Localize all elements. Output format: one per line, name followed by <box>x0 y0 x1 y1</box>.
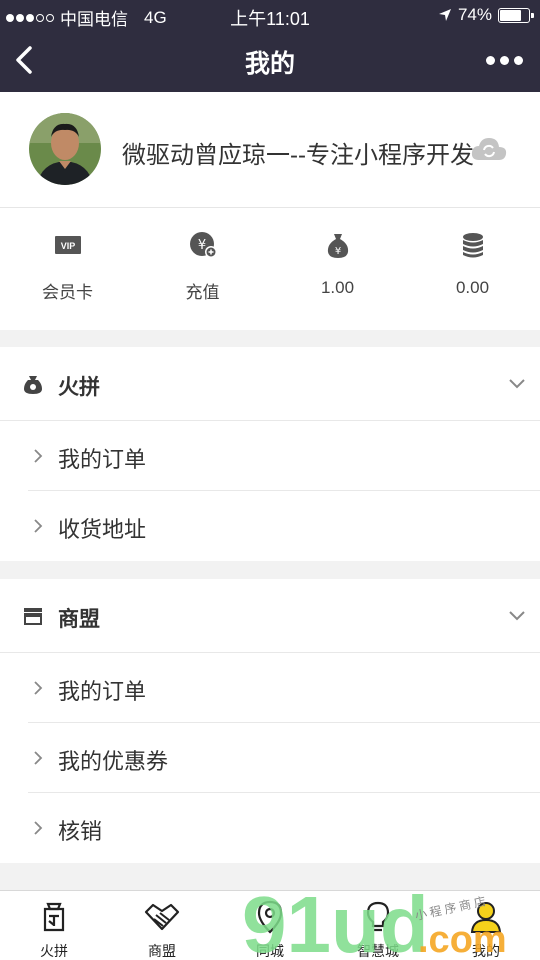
list-item-coupons[interactable]: 我的优惠券 <box>28 723 540 793</box>
stat-recharge[interactable]: ¥ 充值 <box>135 208 270 330</box>
tab-group-buy[interactable]: 火拼 <box>0 891 108 960</box>
list-item-address[interactable]: 收货地址 <box>28 491 540 561</box>
tab-label: 同城 <box>256 943 284 959</box>
nav-bar: 我的 <box>0 30 540 92</box>
location-arrow-icon <box>438 9 451 21</box>
tab-label: 智慧城 <box>357 943 399 959</box>
top-bar: 中国电信 4G 上午11:01 74% 我的 <box>0 0 540 92</box>
chevron-right-icon <box>34 821 43 835</box>
svg-text:¥: ¥ <box>334 246 340 257</box>
tab-label: 我的 <box>472 943 500 959</box>
section-title: 火拼 <box>58 376 100 399</box>
chevron-down-icon[interactable] <box>508 378 526 390</box>
money-bag-icon: ¥ <box>327 234 348 258</box>
profile-card[interactable]: 微驱动曾应琼一--专注小程序开发 <box>0 92 540 208</box>
more-menu-icon[interactable] <box>486 49 524 71</box>
back-arrow-icon[interactable] <box>8 42 44 78</box>
svg-text:¥: ¥ <box>197 238 205 253</box>
user-icon <box>470 902 502 933</box>
stat-value: 1.00 <box>320 278 355 297</box>
stat-vip-card[interactable]: VIP 会员卡 <box>0 208 135 330</box>
tab-label: 商盟 <box>148 943 176 959</box>
store-icon <box>24 608 42 625</box>
vip-card-icon: VIP <box>54 236 81 254</box>
chevron-right-icon <box>34 681 43 695</box>
section-title: 商盟 <box>58 608 100 631</box>
battery-fill <box>500 9 521 21</box>
stat-value: 0.00 <box>455 278 490 297</box>
list-item-label: 收货地址 <box>58 517 147 542</box>
list-item-label: 我的订单 <box>58 447 147 472</box>
tab-mine[interactable]: 我的 <box>432 891 540 960</box>
tab-label: 火拼 <box>40 943 68 959</box>
chevron-right-icon <box>34 449 43 463</box>
avatar[interactable] <box>29 113 101 185</box>
page-title: 我的 <box>244 50 295 78</box>
bag-icon <box>24 376 42 394</box>
list-item-verify[interactable]: 核销 <box>28 793 540 863</box>
list-item-orders[interactable]: 我的订单 <box>28 653 540 723</box>
list-item-label: 我的订单 <box>58 679 147 704</box>
lightbulb-icon <box>366 901 390 932</box>
list-item-label: 我的优惠券 <box>58 749 169 774</box>
group-buy-icon <box>43 902 65 932</box>
section-merchant-alliance: 商盟 我的订单 我的优惠券 核销 <box>0 579 540 863</box>
tab-local[interactable]: 同城 <box>216 891 324 960</box>
recharge-icon: ¥ <box>189 232 217 258</box>
handshake-icon <box>144 903 180 931</box>
chevron-down-icon[interactable] <box>508 610 526 622</box>
chevron-right-icon <box>34 519 43 533</box>
tab-alliance[interactable]: 商盟 <box>108 891 216 960</box>
tab-bar: 火拼 商盟 同城 智慧城 我的 <box>0 890 540 960</box>
section-header[interactable]: 火拼 <box>0 347 540 421</box>
section-header[interactable]: 商盟 <box>0 579 540 653</box>
list-item-orders[interactable]: 我的订单 <box>28 421 540 491</box>
status-right: 74% <box>438 5 534 25</box>
stat-label: 充值 <box>185 283 220 302</box>
battery-percent: 74% <box>457 5 492 24</box>
tab-smart-city[interactable]: 智慧城 <box>324 891 432 960</box>
cloud-sync-icon[interactable] <box>470 136 508 162</box>
coins-stack-icon <box>462 233 483 258</box>
location-pin-icon <box>257 900 283 934</box>
section-group-buy: 火拼 我的订单 收货地址 <box>0 347 540 561</box>
account-stats: VIP 会员卡 ¥ 充值 ¥ 1.00 0.00 <box>0 208 540 330</box>
svg-text:VIP: VIP <box>60 241 75 251</box>
chevron-right-icon <box>34 751 43 765</box>
stat-label: 会员卡 <box>42 283 93 302</box>
user-name: 微驱动曾应琼一--专注小程序开发 <box>122 142 474 169</box>
status-bar: 中国电信 4G 上午11:01 74% <box>0 0 540 30</box>
battery-icon <box>498 7 534 23</box>
list-item-label: 核销 <box>58 819 103 844</box>
stat-balance[interactable]: ¥ 1.00 <box>270 208 405 330</box>
stat-points[interactable]: 0.00 <box>405 208 540 330</box>
